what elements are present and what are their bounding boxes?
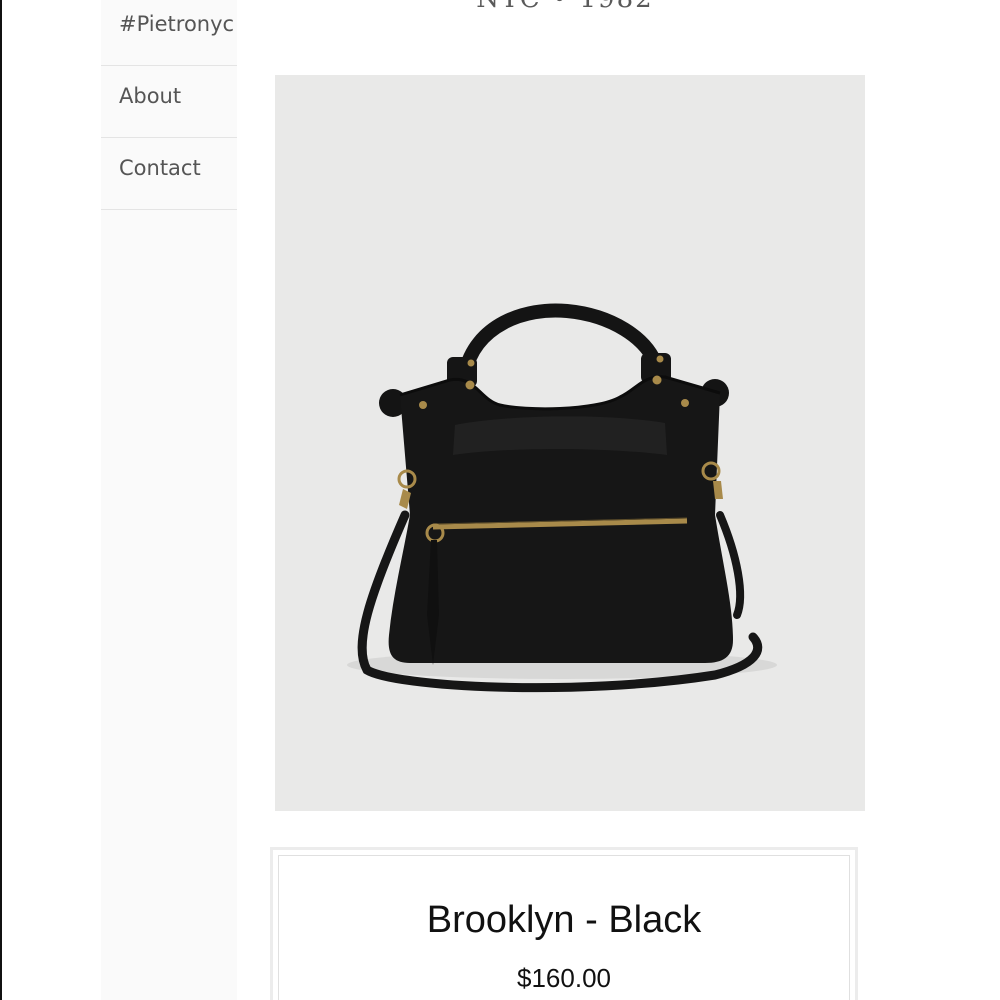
product-info-card: Brooklyn - Black $160.00 bbox=[270, 847, 858, 1000]
sidebar-item-about[interactable]: About bbox=[101, 66, 237, 138]
page: #Pietronyc About Contact NYC • 1982 bbox=[0, 0, 1000, 1000]
product-image[interactable] bbox=[275, 75, 865, 811]
brand-tagline: NYC • 1982 bbox=[470, 0, 660, 14]
sidebar-item-pietronyc[interactable]: #Pietronyc bbox=[101, 0, 237, 66]
sidebar-item-label: Contact bbox=[119, 156, 201, 180]
sidebar-item-label: About bbox=[119, 84, 182, 108]
sidebar-item-label: #Pietronyc bbox=[119, 12, 235, 36]
product-info-inner: Brooklyn - Black $160.00 bbox=[278, 855, 850, 1000]
sidebar-nav: #Pietronyc About Contact bbox=[101, 0, 237, 1000]
product-price: $160.00 bbox=[517, 963, 611, 993]
sidebar-item-contact[interactable]: Contact bbox=[101, 138, 237, 210]
product-title[interactable]: Brooklyn - Black bbox=[279, 899, 849, 942]
handbag-photo-icon bbox=[347, 303, 777, 693]
left-edge-border bbox=[0, 0, 2, 1000]
